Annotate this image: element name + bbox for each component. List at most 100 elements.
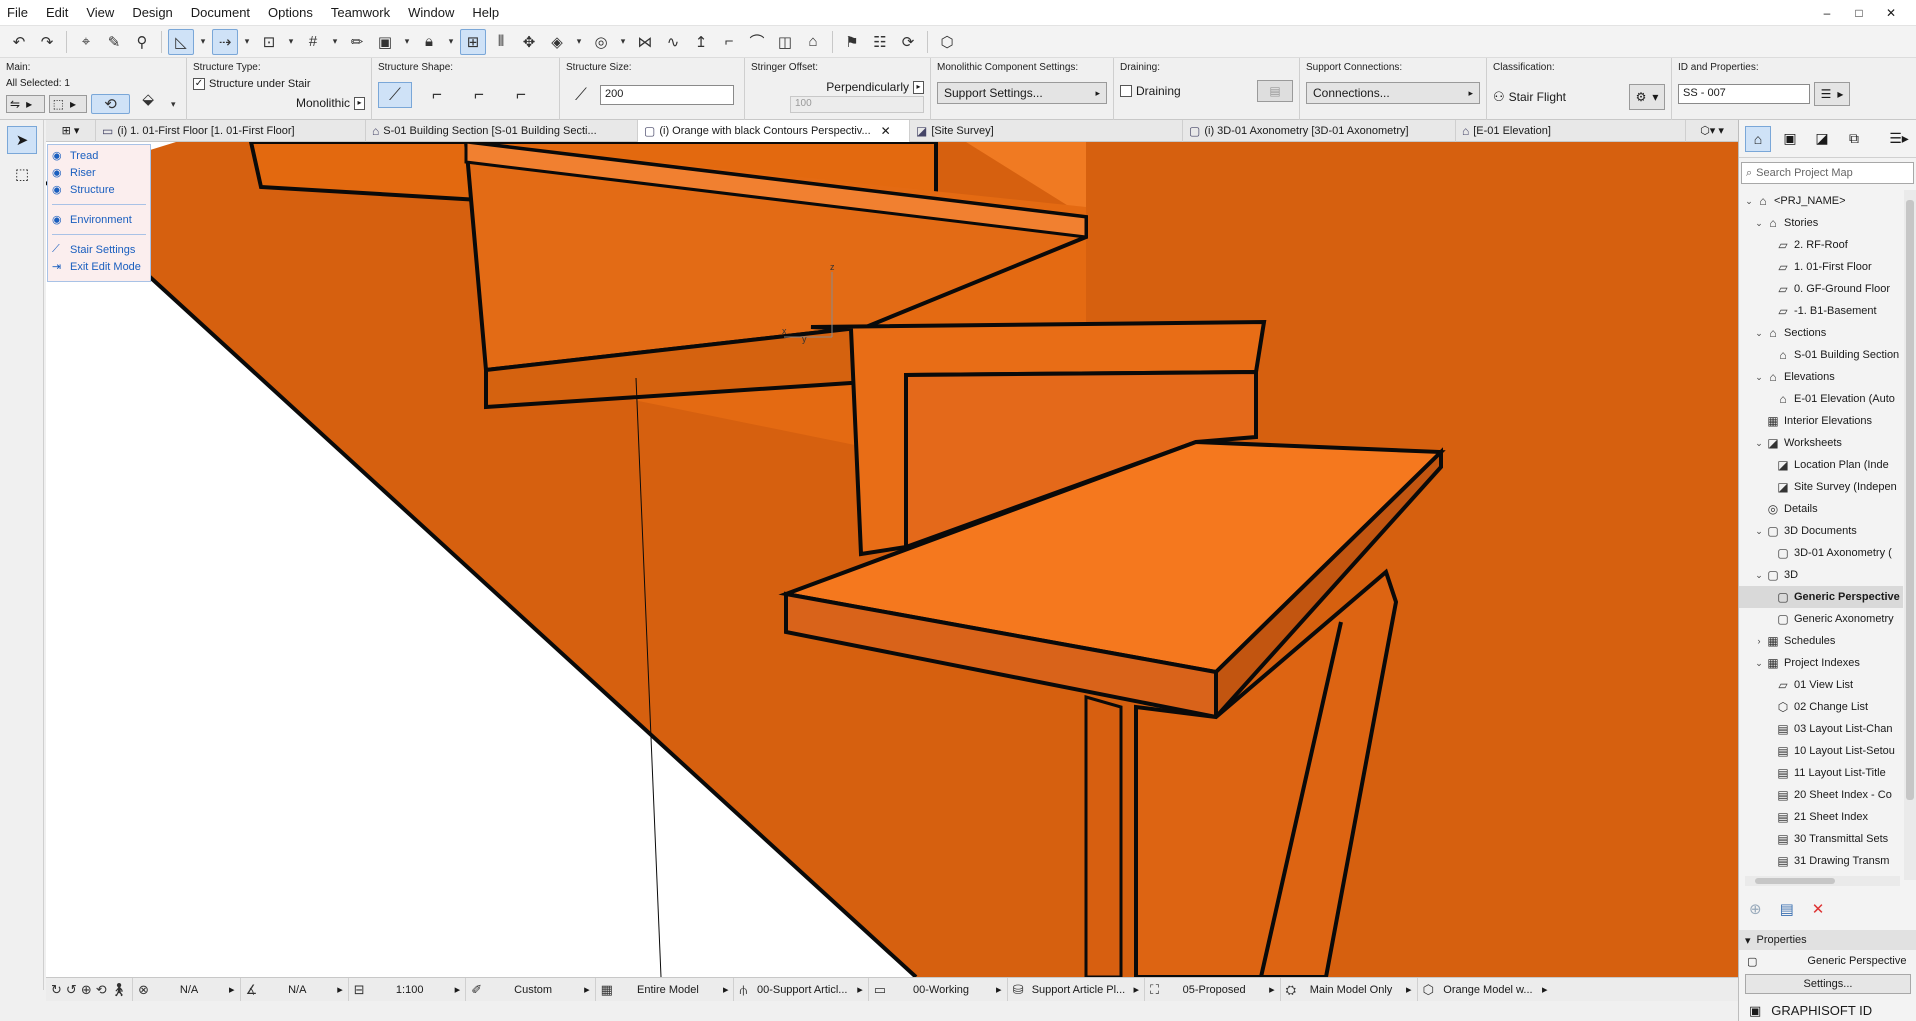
lock-icon[interactable]: 🔒︎ [416,29,442,55]
redo-icon[interactable]: ↷ [34,29,60,55]
menu-document[interactable]: Document [182,0,259,26]
project-map-item[interactable]: ▤ 10 Layout List-Setou [1739,740,1903,762]
sb-model[interactable]: ▦ Entire Model ▸ [596,977,735,1002]
settings-button[interactable]: Settings... [1745,974,1911,994]
chevron-down-icon[interactable]: ▾ [444,29,458,55]
chevron-icon[interactable]: ⌄ [1743,196,1755,207]
chevron-icon[interactable]: ⌄ [1753,526,1765,537]
sb-reno-filter[interactable]: ⛶ 05-Proposed ▸ [1145,977,1281,1002]
edit-palette-riser[interactable]: ◉ Riser [52,164,146,181]
favorites-icon[interactable]: ☷ [867,29,893,55]
project-map-item[interactable]: ▱ 2. RF-Roof [1739,234,1903,256]
chevron-down-icon[interactable]: ▾ [240,29,254,55]
edit-palette-environment[interactable]: ◉ Environment [52,211,146,228]
maximize-button[interactable]: □ [1848,6,1870,20]
zoom-in-icon[interactable]: ⊕ [81,982,92,998]
menu-options[interactable]: Options [259,0,322,26]
structure-under-stair-checkbox[interactable]: ✓ [193,78,205,90]
tree-horizontal-scrollbar[interactable] [1745,876,1900,886]
project-map-item[interactable]: ◪ Location Plan (Inde [1739,454,1903,476]
chevron-icon[interactable]: ⌄ [1753,372,1765,383]
orbit-icon[interactable]: ⟲ [96,982,107,998]
minimize-button[interactable]: – [1816,6,1838,20]
menu-design[interactable]: Design [123,0,181,26]
settings-view-icon[interactable]: ▤ [1780,900,1794,918]
sb-pen-set[interactable]: ✐ Custom ▸ [466,977,596,1002]
layout-book-icon[interactable]: ◪ [1809,126,1835,152]
chevron-right-icon[interactable]: ▸ [913,80,924,94]
edit-mode-icon[interactable]: ⟲ [91,94,130,114]
chevron-down-icon[interactable]: ▾ [328,29,342,55]
project-map-item[interactable]: ▱ 0. GF-Ground Floor [1739,278,1903,300]
chevron-icon[interactable]: ⌄ [1753,658,1765,669]
project-map-item[interactable]: ◎ Details [1739,498,1903,520]
sb-renovation[interactable]: ⛁ Support Article Pl... ▸ [1008,977,1145,1002]
properties-header[interactable]: ▾ Properties [1739,930,1916,950]
curve-icon[interactable]: ⌒ [744,29,770,55]
chevron-icon[interactable]: › [1753,636,1765,646]
sb-mvo[interactable]: ⛭ Main Model Only ▸ [1281,977,1418,1002]
edit-palette-structure[interactable]: ◉ Structure [52,181,146,198]
pipette-icon[interactable]: ✎ [101,29,127,55]
graphisoft-id[interactable]: ▣ GRAPHISOFT ID [1739,1000,1916,1021]
project-map-item[interactable]: ▤ 21 Sheet Index [1739,806,1903,828]
sb-scale[interactable]: ⊟ 1:100 ▸ [349,977,467,1002]
project-map-item[interactable]: ▤ 03 Layout List-Chan [1739,718,1903,740]
shape-stepped-icon[interactable]: ⌐ [420,82,454,108]
layer-selector-button[interactable]: ⇋ ▸ [6,95,45,113]
project-map-item[interactable]: ⌄ ⌂ Sections [1739,322,1903,344]
properties-button[interactable]: ☰ ▸ [1814,82,1850,106]
chevron-icon[interactable]: ⌄ [1753,438,1765,449]
project-map-item[interactable]: ▤ 31 Drawing Transm [1739,850,1903,872]
project-map-item[interactable]: ⌄ ▢ 3D [1739,564,1903,586]
home-icon[interactable]: ⌂ [800,29,826,55]
project-map-item[interactable]: ⌄ ⌂ Elevations [1739,366,1903,388]
chevron-down-icon[interactable]: ▾ [196,29,210,55]
close-window-button[interactable]: ✕ [1880,6,1902,20]
offset-icon[interactable]: ⋈ [632,29,658,55]
undo-icon[interactable]: ↶ [6,29,32,55]
walk-icon[interactable]: 🚶︎ [111,982,128,998]
trace-icon[interactable]: ⊡ [256,29,282,55]
grid-snap-icon[interactable]: # [300,29,326,55]
stringer-offset-mode[interactable]: Perpendicularly [826,80,909,94]
menu-icon[interactable]: ☰▸ [1886,126,1912,152]
project-map-item[interactable]: › ▦ Schedules [1739,630,1903,652]
project-map-item[interactable]: ⌄ ⌂ <PRJ_NAME> [1739,190,1903,212]
sb-layer-combo[interactable]: ⫛ 00-Support Articl... ▸ [734,977,869,1002]
project-map-search[interactable]: ⌕ Search Project Map [1741,162,1914,184]
classification-button[interactable]: ⚙ ▾ [1629,84,1665,110]
snap-guides-icon[interactable]: ⇢ [212,28,238,55]
chevron-icon[interactable]: ⌄ [1753,328,1765,339]
exit-edit-mode-link[interactable]: ⇥ Exit Edit Mode [52,258,146,275]
project-map-item[interactable]: ▢ Generic Axonometry [1739,608,1903,630]
chevron-down-icon[interactable]: ▾ [400,29,414,55]
guide-lines-icon[interactable]: ◺ [168,28,194,55]
rotate-view-icon[interactable]: ↻ [51,982,62,998]
project-map-item[interactable]: ⌂ E-01 Elevation (Auto [1739,388,1903,410]
project-map-icon[interactable]: ⌂ [1745,125,1771,152]
view-map-icon[interactable]: ▣ [1777,126,1803,152]
sb-angle[interactable]: ∡ N/A ▸ [241,977,349,1002]
magic-wand-icon[interactable]: ⚲ [129,29,155,55]
close-tab-icon[interactable]: ✕ [881,124,891,138]
tab-navigator-icon[interactable]: ⬡▾ ▾ [1686,120,1738,142]
stair-settings-icon[interactable]: ⬙ [134,85,163,113]
project-map-item[interactable]: ▦ Interior Elevations [1739,410,1903,432]
shape-sawtooth-icon[interactable]: ⌐ [462,82,496,108]
new-view-icon[interactable]: ⊕ [1749,900,1762,918]
sb-3d-style[interactable]: ⬡ Orange Model w... ▸ [1418,978,1553,1002]
classification-value[interactable]: Stair Flight [1509,90,1566,104]
layout-icon[interactable]: ⊞ [460,28,486,55]
menu-window[interactable]: Window [399,0,463,26]
tree-vertical-scrollbar[interactable] [1904,190,1916,880]
arrow-tools-icon[interactable]: ⌖ [73,29,99,55]
project-map-item[interactable]: ⌂ S-01 Building Section [1739,344,1903,366]
corner-icon[interactable]: ⌐ [716,29,742,55]
explode-icon[interactable]: ↥ [688,29,714,55]
project-map-item[interactable]: ⌄ ⌂ Stories [1739,212,1903,234]
split-icon[interactable]: ◫ [772,29,798,55]
delete-icon[interactable]: ✕ [1812,900,1825,918]
tab-site-survey[interactable]: ◪ [Site Survey] [910,119,1183,142]
connections-button[interactable]: Connections... ▸ [1306,82,1480,104]
